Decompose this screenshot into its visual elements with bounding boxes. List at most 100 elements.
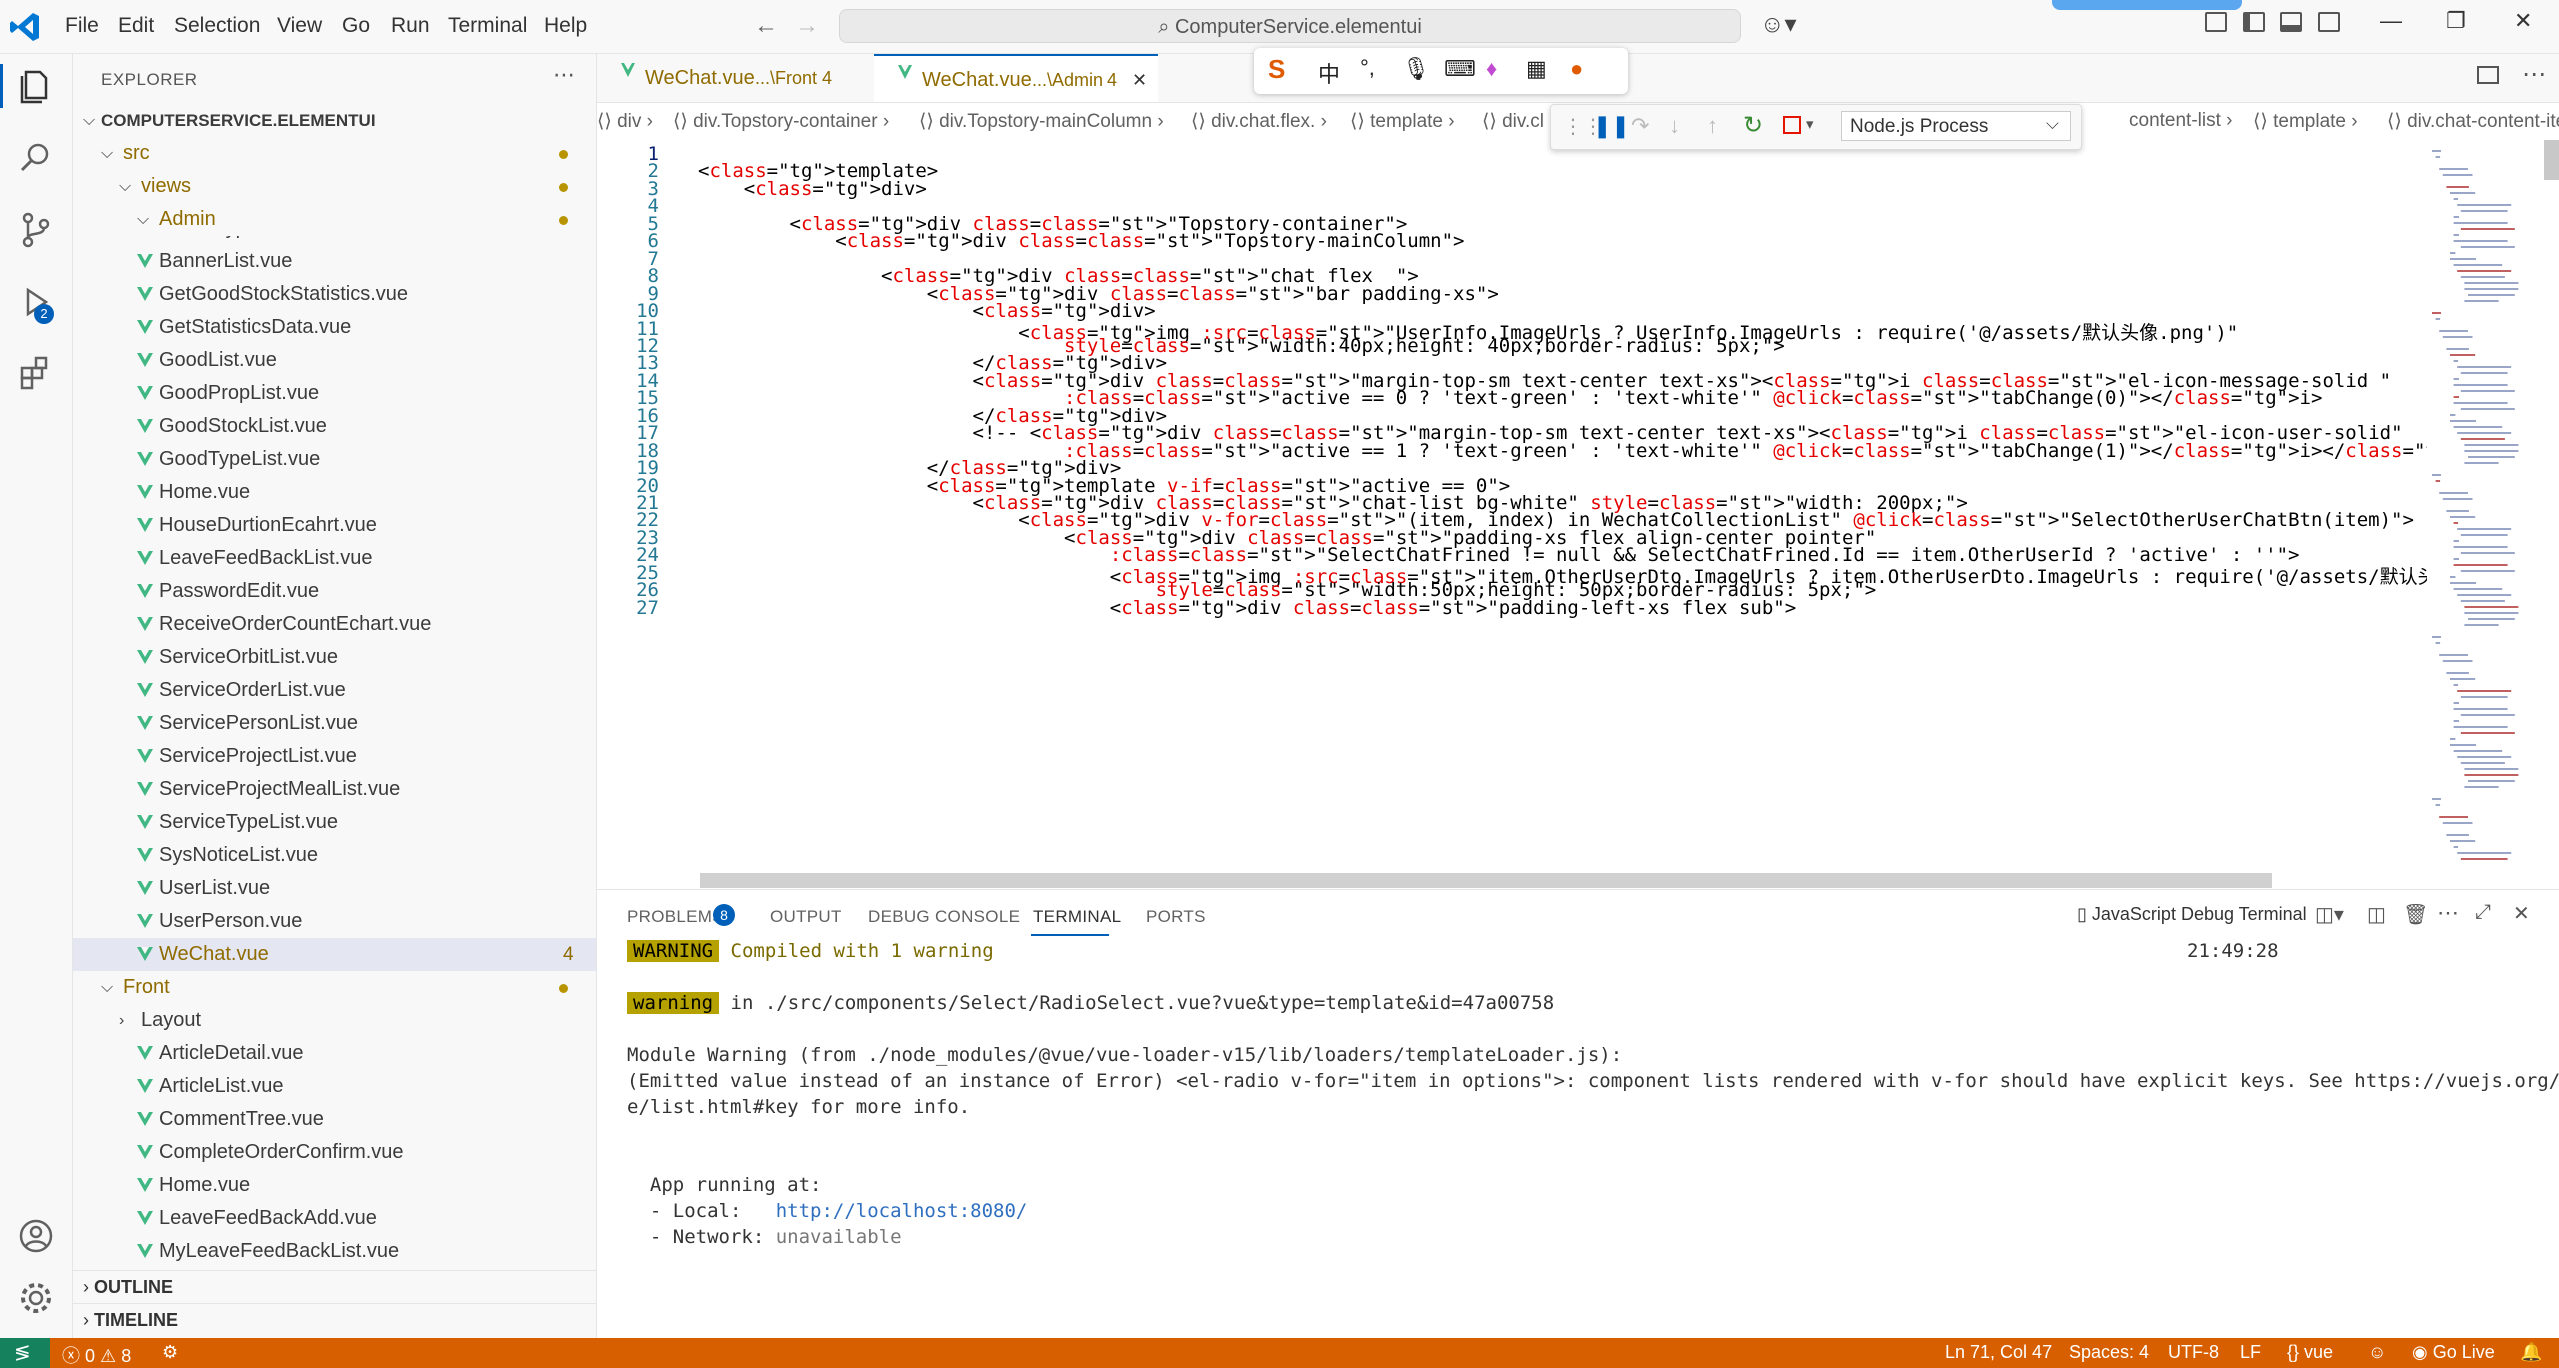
local-url-link[interactable]: http://localhost:8080/ [776,1200,1028,1222]
tree-file[interactable]: CommentTree.vue [73,1103,596,1136]
tree-file[interactable]: GoodPropList.vue [73,377,596,410]
tree-file[interactable]: ServiceOrbitList.vue [73,641,596,674]
tree-file[interactable]: UserPerson.vue [73,905,596,938]
close-window-icon[interactable]: ✕ [2514,8,2532,34]
minimap[interactable] [2424,140,2534,886]
tab-ports[interactable]: PORTS [1146,907,1206,927]
tab-wechat-admin[interactable]: WeChat.vue ...\Admin 4 ✕ [874,54,1158,102]
tree-file[interactable]: Home.vue [73,1169,596,1202]
tree-file[interactable]: ServiceProjectMealList.vue [73,773,596,806]
menu-edit[interactable]: Edit [118,14,154,38]
back-arrow-icon[interactable]: ← [754,12,778,40]
tree-file[interactable]: Home.vue [73,476,596,509]
forward-arrow-icon[interactable]: → [795,12,819,40]
customize-layout-icon[interactable] [2205,12,2227,32]
restore-icon[interactable]: ❐ [2446,8,2466,34]
breadcrumb-item[interactable]: ⟨⟩ div.cl [1482,110,1544,133]
debug-status-icon[interactable]: ⚙ [162,1342,178,1363]
code-editor[interactable]: 1 2 <class="tg">template> 3 <class="tg">div… [597,140,2427,886]
indentation[interactable]: Spaces: 4 [2069,1342,2149,1363]
breadcrumb-item[interactable]: ⟨⟩ template › [1350,110,1455,133]
more-actions-icon[interactable]: ⋯ [2522,60,2546,89]
menu-view[interactable]: View [277,14,322,38]
horizontal-scrollbar[interactable] [700,873,2272,888]
restart-icon[interactable]: ↻ [1743,111,1763,140]
problems-status[interactable]: ⓧ 0 ⚠ 8 [62,1342,131,1368]
breadcrumb-item[interactable]: ⟨⟩ template › [2253,110,2358,133]
tree-file[interactable]: SysNoticeList.vue [73,839,596,872]
more-actions-icon[interactable]: ⋯ [553,62,575,88]
timeline-section[interactable]: › TIMELINE [73,1303,596,1336]
tree-file[interactable]: ServiceOrderList.vue [73,674,596,707]
tree-file[interactable]: CompleteOrderConfirm.vue [73,1136,596,1169]
more-actions-icon[interactable]: ⋯ [2437,900,2459,926]
step-out-icon[interactable]: ↑ [1707,113,1718,139]
go-live-button[interactable]: ◉ Go Live [2412,1342,2495,1363]
tree-file[interactable]: ArticleList.vue [73,1070,596,1103]
terminal-selector[interactable]: ▯ JavaScript Debug Terminal [2077,904,2307,925]
extensions-icon[interactable] [14,352,58,396]
maximize-panel-icon[interactable]: ⤢ [2475,901,2491,924]
toolbox-grid-icon[interactable]: ▦ [1526,56,1547,82]
tree-file[interactable]: PasswordEdit.vue [73,575,596,608]
breadcrumb-item[interactable]: ⟨⟩ div.chat-content-item [2387,110,2559,133]
menu-terminal[interactable]: Terminal [448,14,527,38]
debug-process-select[interactable]: Node.js Process ⌵ [1841,111,2071,141]
tree-root[interactable]: ⌵ COMPUTERSERVICE.ELEMENTUI [73,104,596,137]
tree-folder-layout[interactable]: › Layout [73,1004,596,1037]
tree-file[interactable]: ServicePersonList.vue [73,707,596,740]
microphone-icon[interactable]: 🎙 [1402,56,1430,82]
accounts-icon[interactable] [14,1214,58,1258]
ime-chinese-mode-icon[interactable]: 中 [1318,57,1340,89]
tree-file[interactable]: GoodList.vue [73,344,596,377]
tree-folder-src[interactable]: ⌵ src [73,137,596,170]
menu-go[interactable]: Go [342,14,370,38]
cursor-position[interactable]: Ln 71, Col 47 [1945,1342,2052,1363]
command-center-search[interactable]: ⌕ ComputerService.elementui [839,9,1741,43]
encoding[interactable]: UTF-8 [2168,1342,2219,1363]
tab-output[interactable]: OUTPUT [770,907,842,927]
breadcrumb-item[interactable]: ⟨⟩ div.Topstory-mainColumn › [919,110,1164,133]
tab-wechat-front[interactable]: WeChat.vue ...\Front 4 [597,54,873,102]
remote-indicator[interactable]: ≶ [0,1338,50,1368]
mascot-icon[interactable]: ● [1570,56,1583,82]
breadcrumb-item[interactable]: content-list › [2129,110,2232,132]
new-terminal-icon[interactable]: ◫▾ [2315,902,2344,927]
tab-terminal[interactable]: TERMINAL [1033,907,1121,927]
tree-file[interactable]: GetGoodStockStatistics.vue [73,278,596,311]
menu-file[interactable]: File [65,14,99,38]
toggle-panel-icon[interactable] [2280,12,2302,32]
tree-folder-views[interactable]: ⌵ views [73,170,596,203]
end-of-line[interactable]: LF [2240,1342,2261,1363]
toggle-secondary-sidebar-icon[interactable] [2318,12,2340,32]
tree-file[interactable]: GoodStockList.vue [73,410,596,443]
menu-run[interactable]: Run [391,14,430,38]
copilot-icon[interactable]: ☺▾ [1760,10,1797,39]
language-mode[interactable]: {} vue [2287,1342,2333,1363]
terminal-output[interactable]: WARNING Compiled with 1 warning 21:49:28… [597,940,2559,1339]
sogou-logo-icon[interactable]: S [1268,54,1285,85]
step-over-icon[interactable]: ↷ [1631,113,1649,139]
trash-icon[interactable]: 🗑 [2403,902,2428,927]
source-control-icon[interactable] [14,208,58,252]
pause-icon[interactable]: ❚❚ [1593,113,1630,139]
tree-file[interactable]: ArticleTypeList.vue [73,236,596,245]
search-view-icon[interactable] [14,136,58,180]
tab-problems[interactable]: PROBLEMS [627,907,724,927]
tree-file[interactable]: GoodTypeList.vue [73,443,596,476]
notifications-bell-icon[interactable]: 🔔 [2520,1342,2542,1363]
manage-gear-icon[interactable] [14,1276,58,1320]
tree-file[interactable]: GetStatisticsData.vue [73,311,596,344]
tree-folder-admin[interactable]: ⌵ Admin [73,203,596,236]
split-terminal-icon[interactable]: ◫ [2367,902,2386,927]
close-panel-icon[interactable]: ✕ [2513,901,2530,926]
keyboard-icon[interactable]: ⌨ [1444,56,1476,82]
explorer-files-icon[interactable] [14,64,58,108]
menu-help[interactable]: Help [544,14,587,38]
tree-file-selected[interactable]: WeChat.vue 4 [73,938,596,971]
step-into-icon[interactable]: ↓ [1669,113,1680,139]
tree-file[interactable]: HouseDurtionEcahrt.vue [73,509,596,542]
close-tab-icon[interactable]: ✕ [1132,56,1147,104]
tree-folder-front[interactable]: ⌵ Front [73,971,596,1004]
skin-icon[interactable]: ♦ [1486,56,1497,82]
